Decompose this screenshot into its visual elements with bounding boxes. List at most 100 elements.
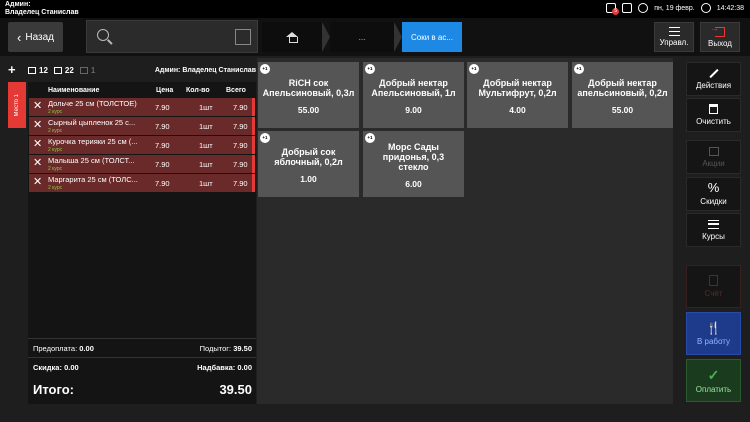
delete-icon[interactable]: ✕ [33,101,42,112]
bag-icon [708,146,719,156]
add-one-badge: +1 [469,64,479,74]
status-right: 5 пн, 19 февр. 14:42:38 [606,3,744,15]
promos-button[interactable]: Акции [686,140,741,174]
product-price: 4.00 [509,104,526,115]
product-tile[interactable]: +1 Добрый сок яблочный, 0,2л 1.00 [258,131,359,197]
product-price: 1.00 [300,173,317,184]
prepayment-label: Предоплата: [33,344,78,353]
product-grid: +1 RiCH сок Апельсиновый, 0,3л 55.00 +1 … [257,58,673,404]
product-tile[interactable]: +1 Добрый нектар апельсиновый, 0,2л 55.0… [572,62,673,128]
back-button[interactable]: ‹ Назад [8,22,63,52]
row-name: Курочка терияки 25 см (... [48,137,138,146]
courses-label: Курсы [702,231,725,241]
row-name: Маргарита 25 см (ТОЛС... [48,175,138,184]
row-total: 7.90 [233,103,248,112]
divider [28,357,256,358]
row-total: 7.90 [233,160,248,169]
manage-button[interactable]: Управл. [654,22,694,52]
to-work-button[interactable]: 🍴 В работу [686,312,741,355]
guests-info: 1 [79,66,95,75]
trash-icon [709,104,718,114]
row-course: 2 курс [48,109,63,115]
waiter-name: Админ: Владелец Станислав [154,66,256,74]
table-row[interactable]: ✕ Малыша 25 см (ТОЛСТ... 2 курс 7.90 1шт… [29,155,255,173]
product-tile[interactable]: +1 Добрый нектар Апельсиновый, 1л 9.00 [363,62,464,128]
chevron-left-icon: ‹ [17,29,22,45]
cutlery-icon: 🍴 [706,320,721,335]
delete-icon[interactable]: ✕ [33,120,42,131]
product-name: Добрый нектар апельсиновый, 0,2л [577,77,668,98]
surcharge-value: 0.00 [237,363,252,372]
top-bar: ‹ Назад ... Соки в ас... Управл. Выход [0,18,750,56]
breadcrumb-home[interactable] [262,22,322,52]
row-course: 2 курс [48,166,63,172]
delete-icon[interactable]: ✕ [33,158,42,169]
add-one-badge: +1 [365,133,375,143]
status-time: 14:42:38 [716,4,744,12]
table-row[interactable]: ✕ Курочка терияки 25 см (... 2 курс 7.90… [29,136,255,154]
delete-icon[interactable]: ✕ [33,177,42,188]
row-qty[interactable]: 1шт [199,103,213,112]
search-icon [97,29,109,41]
exit-button[interactable]: Выход [700,22,740,52]
status-bar: Админ: Владелец Станислав 5 пн, 19 февр.… [0,0,750,18]
add-one-badge: +1 [260,133,270,143]
home-icon [286,32,298,43]
delete-icon[interactable]: ✕ [33,139,42,150]
order-info: + 12 22 1 Админ: Владелец Станислав [8,62,256,78]
breadcrumb-active[interactable]: Соки в ас... [402,22,462,52]
row-qty[interactable]: 1шт [199,160,213,169]
add-one-badge: +1 [365,64,375,74]
row-qty[interactable]: 1шт [199,179,213,188]
status-date: пн, 19 февр. [654,4,695,12]
menu-icon [668,27,680,36]
product-tile[interactable]: +1 Добрый нектар Мультифрут, 0,2л 4.00 [467,62,568,128]
discount-value: 0.00 [64,363,79,372]
row-total: 7.90 [233,141,248,150]
product-name: Добрый нектар Апельсиновый, 1л [371,77,456,98]
pay-button[interactable]: ✓ Оплатить [686,359,741,402]
actions-button[interactable]: Действия [686,62,741,96]
row-name: Дольче 25 см (ТОЛСТОЕ) [48,99,137,108]
add-place-button[interactable]: + [8,63,22,76]
back-button-label: Назад [25,31,54,43]
row-course: 2 курс [48,128,63,134]
subtotal-value: 39.50 [233,344,252,353]
row-course: 2 курс [48,185,63,191]
product-tile[interactable]: +1 RiCH сок Апельсиновый, 0,3л 55.00 [258,62,359,128]
add-one-badge: +1 [574,64,584,74]
percent-icon: % [707,180,720,195]
person-icon [79,66,88,74]
receipt-icon [622,3,633,13]
product-tile[interactable]: +1 Морс Сады придонья, 0,3 стекло 6.00 [363,131,464,197]
check-info: 22 [53,66,74,75]
search-box [86,20,258,53]
row-name: Малыша 25 см (ТОЛСТ... [48,156,135,165]
discounts-button[interactable]: % Скидки [686,177,741,211]
breadcrumb-separator [322,22,330,52]
clear-button[interactable]: Очистить [686,98,741,132]
table-row[interactable]: ✕ Дольче 25 см (ТОЛСТОЕ) 2 курс 7.90 1шт… [29,98,255,116]
table-row[interactable]: ✕ Сырный цыпленок 25 с... 2 курс 7.90 1ш… [29,117,255,135]
status-user-title: Админ: [5,1,31,8]
row-qty[interactable]: 1шт [199,122,213,131]
search-checkbox[interactable] [235,29,251,45]
wrench-icon [709,68,719,78]
product-name: RiCH сок Апельсиновый, 0,3л [262,77,355,98]
courses-button[interactable]: Курсы [686,213,741,247]
search-input[interactable] [117,27,227,47]
table-row[interactable]: ✕ Маргарита 25 см (ТОЛС... 2 курс 7.90 1… [29,174,255,192]
row-qty[interactable]: 1шт [199,141,213,150]
prepayment-value: 0.00 [79,344,94,353]
order-panel: Наименование Цена Кол-во Всего ✕ Дольче … [28,82,256,404]
product-name: Морс Сады придонья, 0,3 стекло [382,141,445,172]
row-price: 7.90 [155,160,170,169]
place-tab[interactable]: Место 1 [8,82,26,128]
clear-label: Очистить [696,117,731,126]
bill-button[interactable]: Счёт [686,265,741,308]
subtotal-label: Подытог: [199,344,232,353]
header-total: Всего [226,86,246,94]
product-name: Добрый сок яблочный, 0,2л [274,146,343,167]
breadcrumb-mid[interactable]: ... [330,22,394,52]
actions-label: Действия [695,81,732,90]
